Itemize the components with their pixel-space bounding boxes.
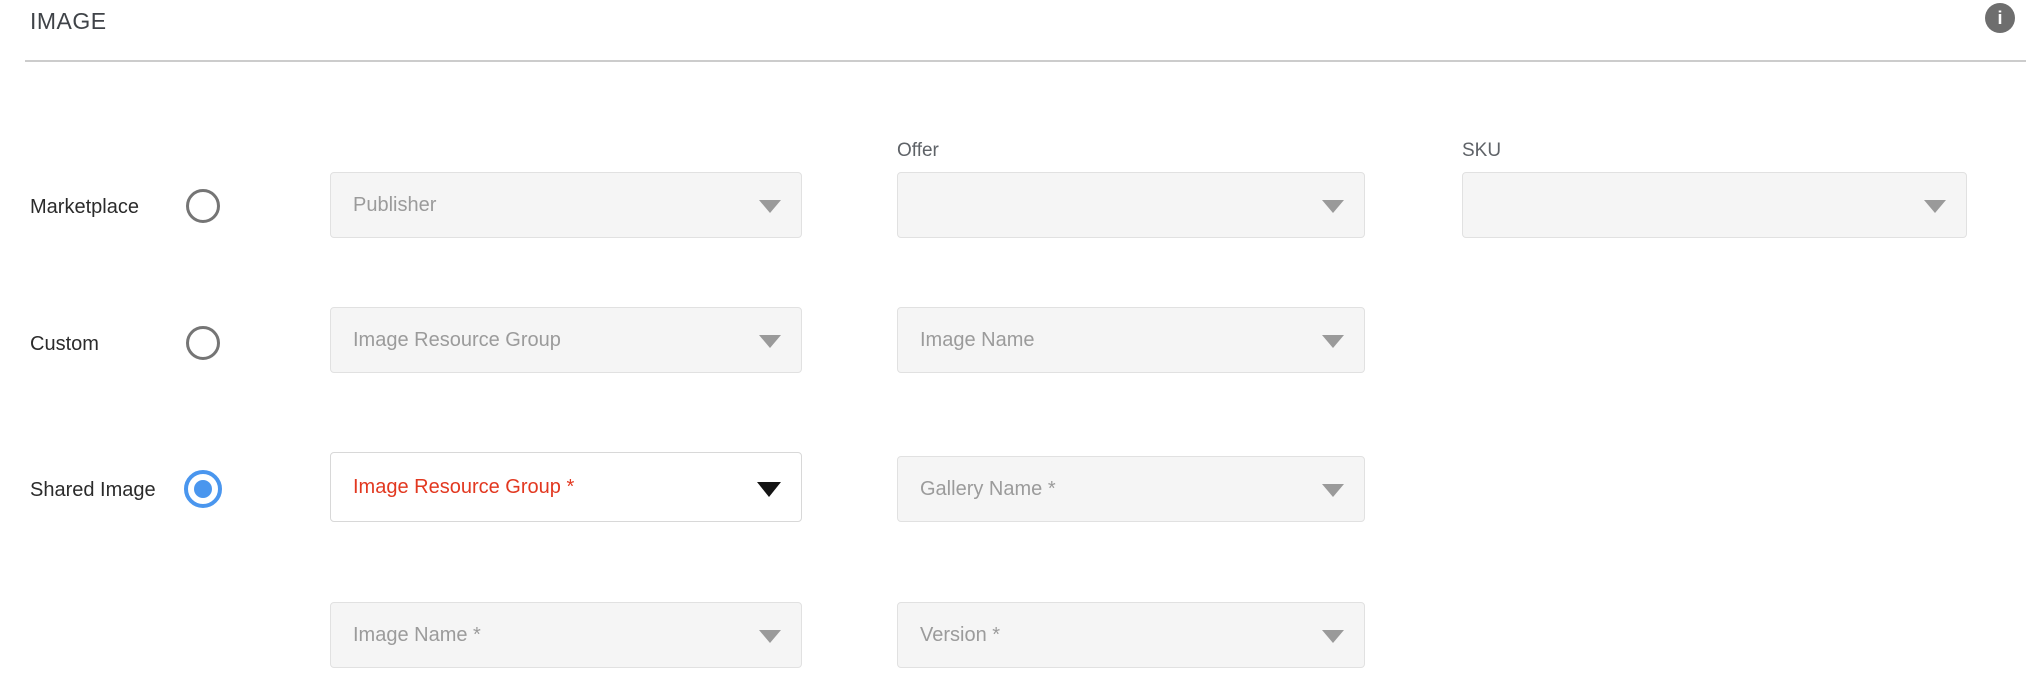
radio-selected-dot — [194, 480, 212, 498]
info-icon[interactable]: i — [1985, 3, 2015, 33]
chevron-down-icon — [759, 630, 781, 643]
custom-image-name-dropdown[interactable]: Image Name — [897, 307, 1365, 373]
publisher-placeholder: Publisher — [353, 194, 436, 217]
offer-label: Offer — [897, 140, 939, 162]
custom-image-resource-group-dropdown[interactable]: Image Resource Group — [330, 307, 802, 373]
chevron-down-icon — [1322, 630, 1344, 643]
chevron-down-icon — [1924, 200, 1946, 213]
radio-shared-image[interactable] — [184, 470, 222, 508]
radio-custom[interactable] — [186, 326, 220, 360]
shared-image-name-placeholder: Image Name * — [353, 624, 481, 647]
radio-label-shared-image: Shared Image — [30, 479, 156, 502]
radio-label-marketplace: Marketplace — [30, 196, 139, 219]
custom-image-resource-group-placeholder: Image Resource Group — [353, 329, 561, 352]
shared-version-dropdown[interactable]: Version * — [897, 602, 1365, 668]
sku-dropdown[interactable] — [1462, 172, 1967, 238]
offer-dropdown[interactable] — [897, 172, 1365, 238]
radio-label-custom: Custom — [30, 333, 99, 356]
shared-gallery-name-placeholder: Gallery Name * — [920, 478, 1056, 501]
publisher-dropdown[interactable]: Publisher — [330, 172, 802, 238]
chevron-down-icon — [1322, 484, 1344, 497]
chevron-down-icon — [1322, 200, 1344, 213]
custom-image-name-placeholder: Image Name — [920, 329, 1035, 352]
section-divider — [25, 60, 2026, 62]
shared-image-resource-group-placeholder: Image Resource Group * — [353, 476, 574, 499]
shared-gallery-name-dropdown[interactable]: Gallery Name * — [897, 456, 1365, 522]
page-title: IMAGE — [30, 8, 107, 35]
shared-image-resource-group-dropdown[interactable]: Image Resource Group * — [330, 452, 802, 522]
chevron-down-icon — [759, 335, 781, 348]
radio-marketplace[interactable] — [186, 189, 220, 223]
sku-label: SKU — [1462, 140, 1501, 162]
chevron-down-icon — [757, 482, 781, 497]
chevron-down-icon — [759, 200, 781, 213]
shared-image-name-dropdown[interactable]: Image Name * — [330, 602, 802, 668]
shared-version-placeholder: Version * — [920, 624, 1000, 647]
chevron-down-icon — [1322, 335, 1344, 348]
